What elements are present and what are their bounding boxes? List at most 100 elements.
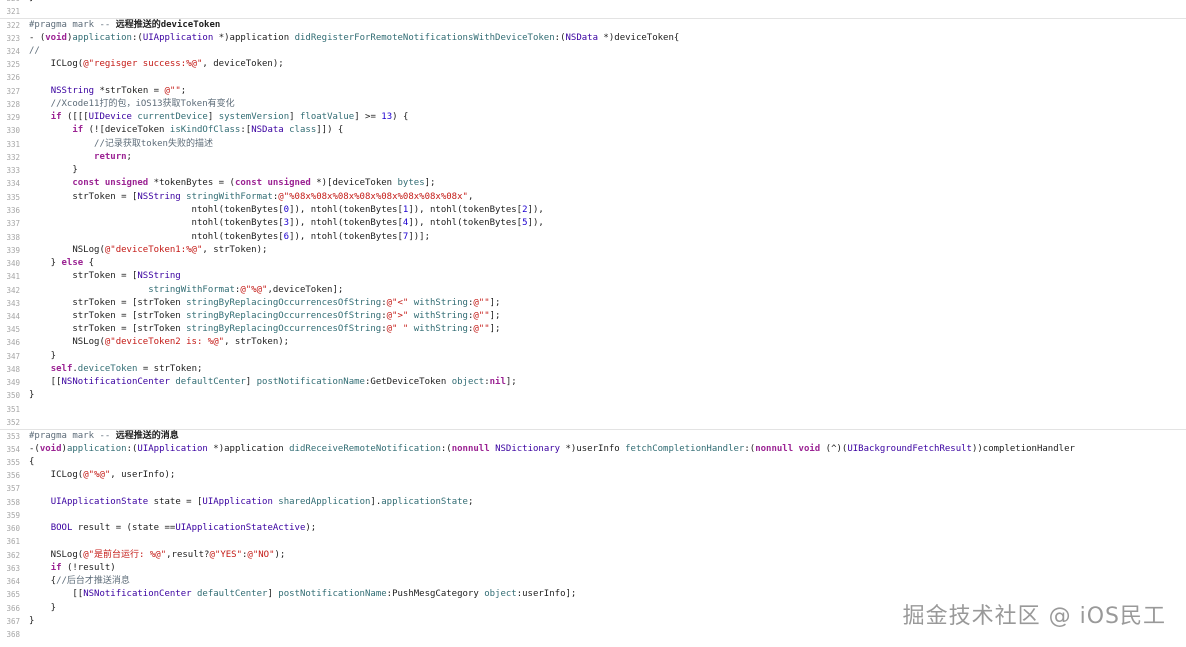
code-token: applicationState	[381, 497, 468, 507]
code-line[interactable]: 340 } else {	[0, 257, 1186, 270]
code-line[interactable]: 356 ICLog(@"%@", userInfo);	[0, 469, 1186, 482]
code-text: ntohl(tokenBytes[0]), ntohl(tokenBytes[1…	[29, 204, 544, 217]
code-line[interactable]: 323 - (void)application:(UIApplication *)…	[0, 32, 1186, 45]
code-token: currentDevice	[137, 112, 208, 122]
code-line[interactable]: 355 {	[0, 456, 1186, 469]
code-line[interactable]: 357	[0, 482, 1186, 495]
code-token: = strToken;	[137, 364, 203, 374]
code-line[interactable]: 349 [[NSNotificationCenter defaultCenter…	[0, 376, 1186, 389]
code-text: #pragma mark -- 远程推送的消息	[29, 430, 179, 443]
code-token: @"NO"	[247, 550, 275, 560]
code-line[interactable]: 362 NSLog(@"是前台运行: %@",result?@"YES":@"N…	[0, 549, 1186, 562]
code-token: *)[deviceToken	[310, 178, 398, 188]
code-text: } else {	[29, 257, 94, 270]
code-token: ;	[126, 152, 132, 162]
code-token: 远程推送的消息	[115, 431, 179, 441]
code-line[interactable]: 363 if (!result)	[0, 562, 1186, 575]
code-line[interactable]: 350}	[0, 389, 1186, 402]
code-token: NSNotificationCenter	[61, 377, 170, 387]
code-line[interactable]: 359	[0, 509, 1186, 522]
code-token: }	[29, 165, 78, 175]
code-token: void	[798, 444, 821, 454]
code-line[interactable]: 338 ntohl(tokenBytes[6]), ntohl(tokenByt…	[0, 231, 1186, 244]
code-token: :PushMesgCategory	[386, 589, 485, 599]
code-token: ]), ntohl(tokenBytes[	[289, 218, 403, 228]
code-line[interactable]: 345 strToken = [strToken stringByReplaci…	[0, 323, 1186, 336]
code-token: self	[50, 364, 73, 374]
code-line[interactable]: 335 strToken = [NSString stringWithForma…	[0, 191, 1186, 204]
code-line[interactable]: 333 }	[0, 164, 1186, 177]
code-line[interactable]: 339 NSLog(@"deviceToken1:%@", strToken);	[0, 244, 1186, 257]
code-token: *)application	[213, 33, 295, 43]
code-token: @">"	[386, 311, 409, 321]
code-token: systemVersion	[218, 112, 290, 122]
code-token: ]), ntohl(tokenBytes[	[408, 205, 523, 215]
code-text: NSLog(@"deviceToken2 is: %@", strToken);	[29, 336, 289, 349]
code-line[interactable]: 364 {//后台才推送消息	[0, 575, 1186, 588]
code-token: void	[39, 444, 62, 454]
code-editor[interactable]: 320}321322#pragma mark -- 远程推送的deviceTok…	[0, 0, 1186, 647]
code-line[interactable]: 327 NSString *strToken = @"";	[0, 85, 1186, 98]
code-token: object	[484, 589, 517, 599]
code-token: unsigned	[267, 178, 311, 188]
code-line[interactable]: 321	[0, 5, 1186, 18]
code-token: //Xcode11打的包，iOS13获取Token有变化	[29, 99, 235, 109]
code-line[interactable]: 352	[0, 416, 1186, 429]
code-token: );	[274, 550, 286, 560]
code-line[interactable]: 341 strToken = [NSString	[0, 270, 1186, 283]
code-line[interactable]: 354 -(void)application:(UIApplication *)a…	[0, 443, 1186, 456]
code-line[interactable]: 346 NSLog(@"deviceToken2 is: %@", strTok…	[0, 336, 1186, 349]
code-token: state = [	[148, 497, 203, 507]
code-token: UIApplication	[142, 33, 214, 43]
code-token: UIBackgroundFetchResult	[847, 444, 972, 454]
code-line[interactable]: 342 stringWithFormat:@"%@",deviceToken];	[0, 284, 1186, 297]
code-line[interactable]: 360 BOOL result = (state ==UIApplication…	[0, 522, 1186, 535]
code-line[interactable]: 334 const unsigned *tokenBytes = (const …	[0, 177, 1186, 190]
code-line[interactable]: 325 ICLog(@"regisger success:%@", device…	[0, 58, 1186, 71]
code-line[interactable]: 331 //记录获取token失败的描述	[0, 138, 1186, 151]
line-number: 350	[6, 391, 20, 400]
line-number: 342	[6, 286, 20, 295]
code-text: //Xcode11打的包，iOS13获取Token有变化	[29, 98, 235, 111]
code-line[interactable]: 358 UIApplicationState state = [UIApplic…	[0, 496, 1186, 509]
code-line[interactable]: 332 return;	[0, 151, 1186, 164]
code-token: nil	[489, 377, 506, 387]
code-token: }	[29, 390, 35, 400]
code-line[interactable]: 337 ntohl(tokenBytes[3]), ntohl(tokenByt…	[0, 217, 1186, 230]
line-number: 339	[6, 246, 20, 255]
code-line[interactable]: 336 ntohl(tokenBytes[0]), ntohl(tokenByt…	[0, 204, 1186, 217]
code-line[interactable]: 328 //Xcode11打的包，iOS13获取Token有变化	[0, 98, 1186, 111]
code-token: //	[29, 46, 40, 56]
code-token: void	[45, 33, 67, 43]
code-line[interactable]: 361	[0, 535, 1186, 548]
code-line[interactable]: 348 self.deviceToken = strToken;	[0, 363, 1186, 376]
code-line[interactable]: 324 //	[0, 45, 1186, 58]
code-token: @""	[164, 86, 181, 96]
code-line[interactable]: 326	[0, 71, 1186, 84]
line-number: 359	[6, 511, 20, 520]
code-line[interactable]: 351	[0, 403, 1186, 416]
code-line[interactable]: 344 strToken = [strToken stringByReplaci…	[0, 310, 1186, 323]
code-line[interactable]: 347 }	[0, 350, 1186, 363]
line-number: 366	[6, 604, 20, 613]
code-text: if (!result)	[29, 562, 116, 575]
code-token: , deviceToken);	[202, 59, 284, 69]
code-token: ];	[489, 311, 501, 321]
code-line[interactable]: 322 #pragma mark -- 远程推送的deviceToken	[0, 18, 1186, 32]
code-token: ])];	[408, 232, 430, 242]
code-text: if (![deviceToken isKindOfClass:[NSData …	[29, 124, 343, 137]
code-line[interactable]: 353 #pragma mark -- 远程推送的消息	[0, 429, 1186, 443]
code-text: #pragma mark -- 远程推送的deviceToken	[29, 19, 220, 32]
code-token: application	[66, 444, 127, 454]
code-line[interactable]: 329 if ([[[UIDevice currentDevice] syste…	[0, 111, 1186, 124]
code-token: class	[289, 125, 317, 135]
code-line[interactable]: 343 strToken = [strToken stringByReplaci…	[0, 297, 1186, 310]
code-token: ICLog(	[29, 59, 84, 69]
code-line[interactable]: 330 if (![deviceToken isKindOfClass:[NSD…	[0, 124, 1186, 137]
code-token: :(	[440, 444, 452, 454]
code-token: ];	[424, 178, 436, 188]
code-token: ]]) {	[316, 125, 344, 135]
